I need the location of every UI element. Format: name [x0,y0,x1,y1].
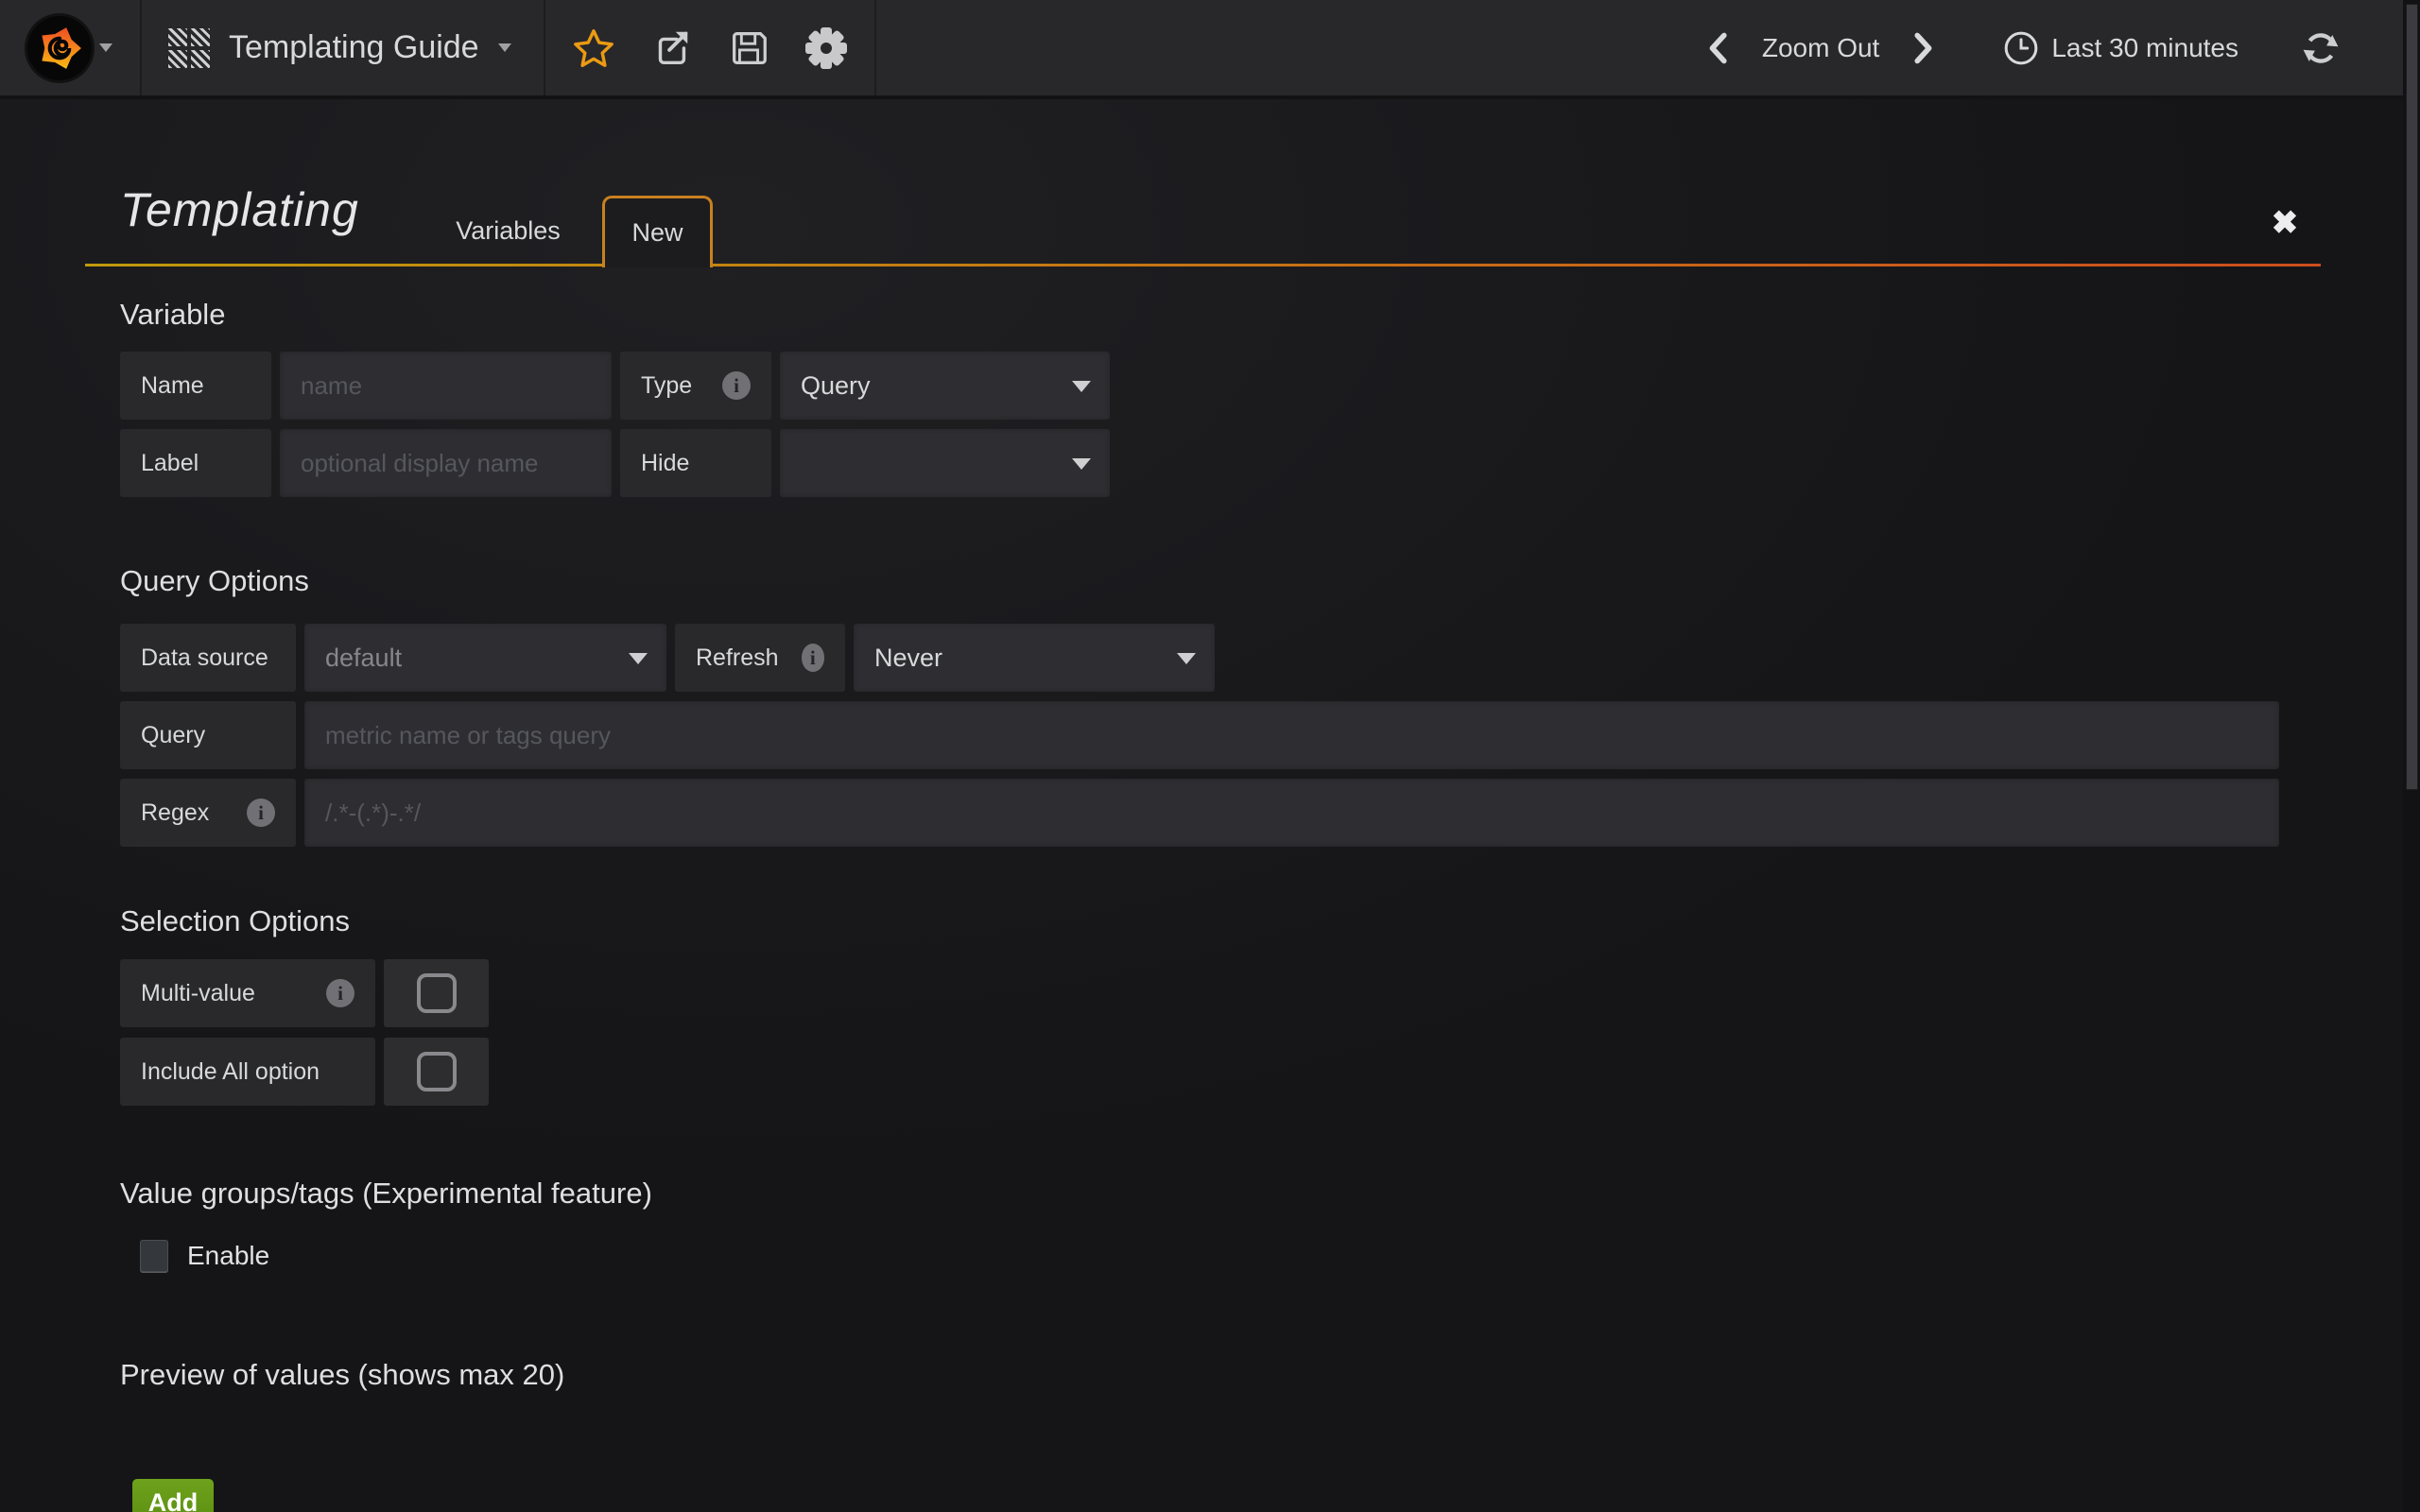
main-menu-button[interactable] [0,0,142,95]
name-label: Name [120,352,271,420]
enable-checkbox[interactable] [140,1240,168,1272]
multi-value-checkbox[interactable] [417,973,457,1013]
chevron-down-icon [1177,653,1196,664]
multi-value-label-text: Multi-value [141,980,255,1007]
dashboard-settings-button[interactable] [787,0,865,97]
refresh-select-value: Never [874,644,942,673]
time-controls: Zoom Out Last 30 minutes [1690,0,2420,95]
grafana-app: Templating Guide [0,0,2420,1512]
time-shift-forward-button[interactable] [1896,0,1951,97]
dashboard-title: Templating Guide [229,29,479,66]
refresh-icon [2301,28,2341,68]
time-range-label: Last 30 minutes [2051,33,2238,63]
top-navbar: Templating Guide [0,0,2420,99]
grafana-logo [27,16,92,80]
selection-options-heading: Selection Options [120,904,350,938]
chevron-left-icon [1703,31,1732,65]
grafana-logo-icon [32,21,87,76]
label-label: Label [120,429,271,497]
query-options-row-1: Data source default Refresh i Never [120,624,1215,692]
chevron-right-icon [1910,31,1938,65]
zoom-out-label: Zoom Out [1762,33,1879,63]
close-icon: ✖ [2272,204,2299,242]
dashboard-caret-icon [498,43,511,52]
query-label: Query [120,701,296,769]
enable-label: Enable [187,1241,269,1271]
variable-row-2: Label Hide [120,429,1110,497]
scrollbar-track[interactable] [2403,0,2420,1512]
variable-section-heading: Variable [120,298,225,332]
refresh-label: Refresh i [675,624,845,692]
zoom-out-button[interactable]: Zoom Out [1758,0,1883,97]
multi-value-label: Multi-value i [120,959,375,1027]
enable-row[interactable]: Enable [140,1240,269,1272]
time-range-picker[interactable]: Last 30 minutes [1989,0,2252,97]
star-icon [572,26,615,70]
include-all-checkbox[interactable] [417,1052,457,1091]
tabs-underline [85,264,2321,266]
type-info-icon[interactable]: i [722,371,751,400]
dashboard-actions [545,0,876,95]
include-all-checkbox-cell[interactable] [384,1038,489,1106]
tab-new[interactable]: New [602,196,713,267]
query-input[interactable] [304,701,2279,769]
chevron-down-icon [1072,381,1091,392]
type-select[interactable]: Query [780,352,1110,420]
query-row: Query [120,701,2279,769]
dashboard-icon [168,28,210,68]
chevron-down-icon [629,653,648,664]
name-input[interactable] [280,352,612,420]
refresh-label-text: Refresh [696,644,779,672]
hide-label: Hide [620,429,771,497]
preview-heading: Preview of values (shows max 20) [120,1358,564,1392]
type-label: Type i [620,352,771,420]
multi-value-info-icon[interactable]: i [326,979,354,1007]
templating-editor: Templating Variables New ✖ Variable Name… [0,99,2420,1512]
regex-label: Regex i [120,779,296,847]
share-dashboard-button[interactable] [632,0,710,97]
data-source-select[interactable]: default [304,624,666,692]
favorite-star-button[interactable] [555,0,632,97]
scrollbar-thumb[interactable] [2406,4,2418,790]
save-dashboard-button[interactable] [710,0,787,97]
data-source-label: Data source [120,624,296,692]
include-all-row: Include All option [120,1038,489,1106]
tab-variables[interactable]: Variables [430,198,586,264]
regex-row: Regex i [120,779,2279,847]
menu-caret-icon [99,43,112,52]
multi-value-checkbox-cell[interactable] [384,959,489,1027]
hide-select[interactable] [780,429,1110,497]
regex-input[interactable] [304,779,2279,847]
type-select-value: Query [801,371,871,401]
save-icon [727,26,770,70]
label-input[interactable] [280,429,612,497]
query-options-heading: Query Options [120,564,309,598]
add-button[interactable]: Add [132,1479,214,1512]
refresh-button[interactable] [2288,0,2354,97]
dashboard-title-picker[interactable]: Templating Guide [142,0,545,95]
variable-row-1: Name Type i Query [120,352,1110,420]
gear-icon [805,27,847,69]
share-icon [649,26,693,70]
type-label-text: Type [641,372,692,400]
close-editor-button[interactable]: ✖ [2261,199,2308,247]
clock-icon [2002,29,2040,67]
include-all-label: Include All option [120,1038,375,1106]
chevron-down-icon [1072,458,1091,470]
value-groups-heading: Value groups/tags (Experimental feature) [120,1177,652,1211]
multi-value-row: Multi-value i [120,959,489,1027]
regex-label-text: Regex [141,799,209,827]
data-source-value: default [325,644,402,673]
regex-info-icon[interactable]: i [247,799,275,827]
refresh-select[interactable]: Never [854,624,1215,692]
time-shift-back-button[interactable] [1690,0,1745,97]
refresh-info-icon[interactable]: i [802,644,824,672]
page-title: Templating [120,182,359,237]
